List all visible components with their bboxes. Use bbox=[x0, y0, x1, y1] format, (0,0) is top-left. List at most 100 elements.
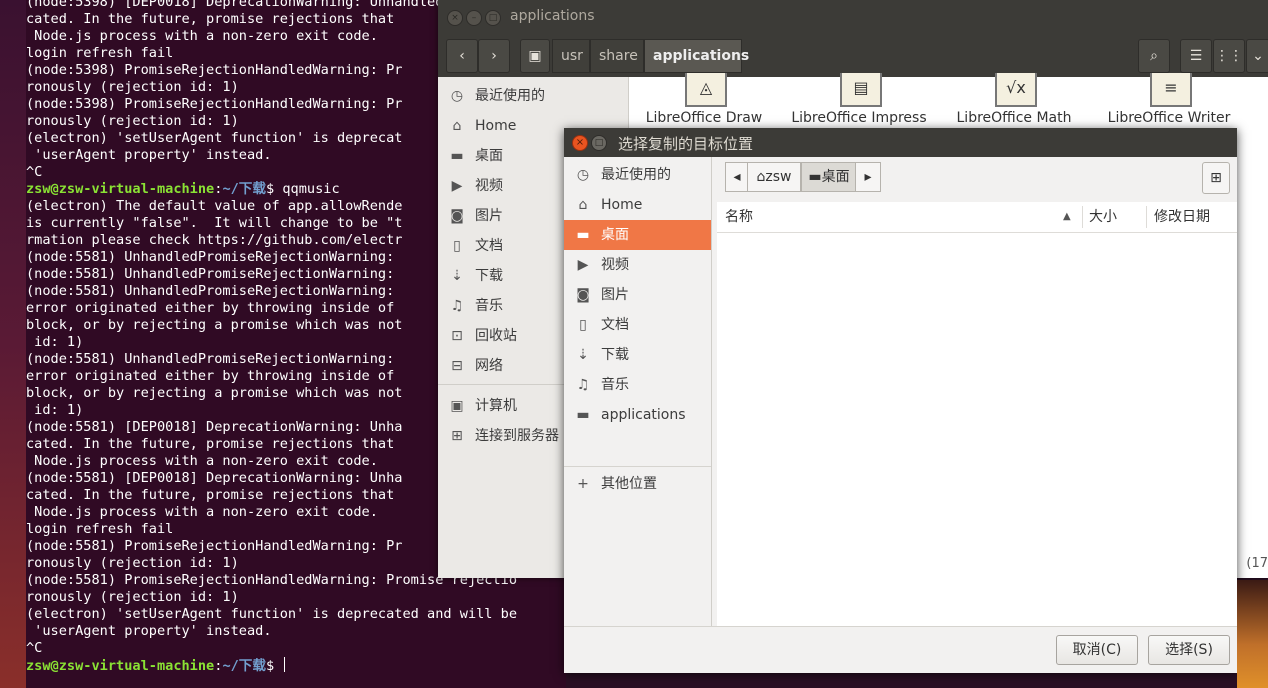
sidebar-item-label: 文档 bbox=[475, 238, 503, 254]
dialog-sidebar: + 其他位置 ◷ 最近使用的 ⌂ Home ▬ 桌面 ▶ 视频 ◙ 图片 ▯ 文档 ⇣ 下载 ♫ 音乐 ▬ app… bbox=[564, 157, 712, 626]
clock-icon: ◷ bbox=[576, 167, 590, 183]
sidebar-item[interactable]: ▬ applications bbox=[564, 400, 711, 430]
app-tile[interactable]: √x LibreOffice Math bbox=[939, 73, 1089, 127]
app-tile[interactable]: ≡ LibreOffice Writer bbox=[1094, 73, 1244, 127]
forward-button[interactable]: › bbox=[478, 39, 510, 73]
music-icon: ♫ bbox=[450, 298, 464, 314]
sidebar-item-label: 音乐 bbox=[601, 377, 629, 393]
sidebar-item-label: 下载 bbox=[475, 268, 503, 284]
close-icon[interactable]: × bbox=[447, 10, 463, 26]
sidebar-item[interactable]: ◙ 图片 bbox=[564, 280, 711, 310]
file-list-header: 名称 ▲ 大小 修改日期 bbox=[717, 202, 1237, 233]
sidebar-item[interactable]: ▬ 桌面 bbox=[564, 220, 711, 250]
text-cursor bbox=[284, 657, 286, 672]
app-icon: √x bbox=[995, 73, 1037, 107]
sidebar-item-label: 最近使用的 bbox=[475, 88, 545, 104]
prompt-command: $ qqmusic bbox=[266, 181, 340, 197]
path-current-button[interactable]: ▬桌面 bbox=[801, 162, 857, 192]
select-button[interactable]: 选择(S) bbox=[1148, 635, 1230, 665]
file-list[interactable]: 名称 ▲ 大小 修改日期 bbox=[717, 202, 1237, 626]
column-modified[interactable]: 修改日期 bbox=[1154, 202, 1210, 232]
sidebar-item[interactable]: ▶ 视频 bbox=[564, 250, 711, 280]
folder-icon: ▬ bbox=[808, 169, 822, 185]
prompt-user: zsw@zsw-virtual-machine bbox=[26, 658, 215, 674]
app-name: LibreOffice Math bbox=[956, 110, 1072, 126]
column-size[interactable]: 大小 bbox=[1089, 202, 1117, 232]
sidebar-item-other-locations[interactable]: + 其他位置 bbox=[564, 469, 711, 499]
network-icon: ⊟ bbox=[451, 358, 463, 374]
path-home-label: zsw bbox=[765, 169, 792, 185]
sidebar-item[interactable]: ⇣ 下载 bbox=[564, 340, 711, 370]
terminal-line: ^C bbox=[26, 640, 43, 656]
app-name: LibreOffice Draw bbox=[645, 110, 763, 126]
app-tile[interactable]: ▤ LibreOffice Impress bbox=[784, 73, 934, 127]
app-name: LibreOffice Impress bbox=[791, 110, 927, 126]
location-toggle-button[interactable]: ▣ bbox=[520, 39, 550, 73]
desktop-wallpaper bbox=[1237, 580, 1268, 688]
choose-destination-dialog: × □ 选择复制的目标位置 + 其他位置 ◷ 最近使用的 ⌂ Home ▬ 桌面 ▶ 视频 ◙ 图… bbox=[564, 128, 1237, 673]
terminal-prompt: zsw@zsw-virtual-machine:~/下载$ bbox=[26, 657, 566, 674]
home-icon: ⌂ bbox=[578, 197, 588, 213]
maximize-icon[interactable]: □ bbox=[591, 135, 607, 151]
file-manager-titlebar: × – □ applications bbox=[438, 0, 1268, 35]
document-icon: ▯ bbox=[453, 238, 461, 254]
terminal-line: 'userAgent property' instead. bbox=[26, 623, 272, 639]
folder-icon: ▬ bbox=[576, 407, 590, 423]
sidebar-item[interactable]: ◷ 最近使用的 bbox=[438, 81, 628, 111]
sidebar-item[interactable]: ◷ 最近使用的 bbox=[564, 160, 711, 190]
new-folder-icon: ⊞ bbox=[1210, 170, 1222, 186]
clock-icon: ◷ bbox=[450, 88, 464, 104]
column-divider bbox=[1082, 206, 1083, 228]
folder-icon: ▬ bbox=[450, 148, 464, 164]
sidebar-item-label: 网络 bbox=[475, 358, 503, 374]
list-view-icon[interactable]: ☰ bbox=[1180, 39, 1212, 73]
breadcrumb-item[interactable]: usr bbox=[552, 39, 590, 73]
column-name[interactable]: 名称 bbox=[725, 202, 753, 232]
sidebar-item-label: 最近使用的 bbox=[601, 167, 671, 183]
sidebar-item[interactable]: ⌂ Home bbox=[564, 190, 711, 220]
back-button[interactable]: ‹ bbox=[446, 39, 478, 73]
sidebar-item-label: 图片 bbox=[601, 287, 629, 303]
path-current-label: 桌面 bbox=[821, 169, 850, 185]
terminal-line: ronously (rejection id: 1) bbox=[26, 589, 239, 605]
prompt-path: ~/下载 bbox=[222, 658, 266, 674]
cancel-button[interactable]: 取消(C) bbox=[1056, 635, 1138, 665]
computer-icon: ▣ bbox=[450, 398, 464, 414]
sidebar-item-label: Home bbox=[601, 197, 643, 213]
path-scroll-right-button[interactable]: ▸ bbox=[855, 162, 881, 192]
sidebar-item-label: 连接到服务器 bbox=[475, 428, 559, 444]
sort-ascending-icon: ▲ bbox=[1063, 211, 1071, 222]
trash-icon: ⊡ bbox=[451, 328, 463, 344]
folder-icon: ▬ bbox=[576, 227, 590, 243]
app-icon: ◬ bbox=[685, 73, 727, 107]
app-name: LibreOffice Writer bbox=[1107, 110, 1231, 126]
desktop-wallpaper bbox=[0, 0, 26, 688]
prompt-command: $ bbox=[266, 658, 283, 674]
camera-icon: ◙ bbox=[450, 208, 464, 224]
maximize-icon[interactable]: □ bbox=[485, 10, 501, 26]
path-home-button[interactable]: ⌂zsw bbox=[747, 162, 801, 192]
download-icon: ⇣ bbox=[451, 268, 463, 284]
chevron-down-icon[interactable]: ⌄ bbox=[1246, 39, 1268, 73]
minimize-icon[interactable]: – bbox=[466, 10, 482, 26]
video-icon: ▶ bbox=[451, 178, 463, 194]
sidebar-item-label: 音乐 bbox=[475, 298, 503, 314]
prompt-user: zsw@zsw-virtual-machine bbox=[26, 181, 215, 197]
sidebar-item-label: 计算机 bbox=[475, 398, 517, 414]
app-icon: ≡ bbox=[1150, 73, 1192, 107]
sidebar-item[interactable]: ♫ 音乐 bbox=[564, 370, 711, 400]
app-icon: ▤ bbox=[840, 73, 882, 107]
sidebar-item[interactable]: ▯ 文档 bbox=[564, 310, 711, 340]
close-icon[interactable]: × bbox=[572, 135, 588, 151]
document-icon: ▯ bbox=[579, 317, 587, 333]
path-scroll-left-button[interactable]: ◂ bbox=[725, 162, 749, 192]
app-tile[interactable]: ◬ LibreOffice Draw bbox=[629, 73, 779, 127]
breadcrumb-item[interactable]: applications bbox=[644, 39, 749, 73]
download-icon: ⇣ bbox=[577, 347, 589, 363]
search-icon[interactable]: ⌕ bbox=[1138, 39, 1170, 73]
grid-view-icon[interactable]: ⋮⋮ bbox=[1213, 39, 1245, 73]
new-folder-button[interactable]: ⊞ bbox=[1202, 162, 1230, 194]
camera-icon: ◙ bbox=[576, 287, 590, 303]
breadcrumb-item[interactable]: share bbox=[590, 39, 644, 73]
sidebar-item-label: 图片 bbox=[475, 208, 503, 224]
